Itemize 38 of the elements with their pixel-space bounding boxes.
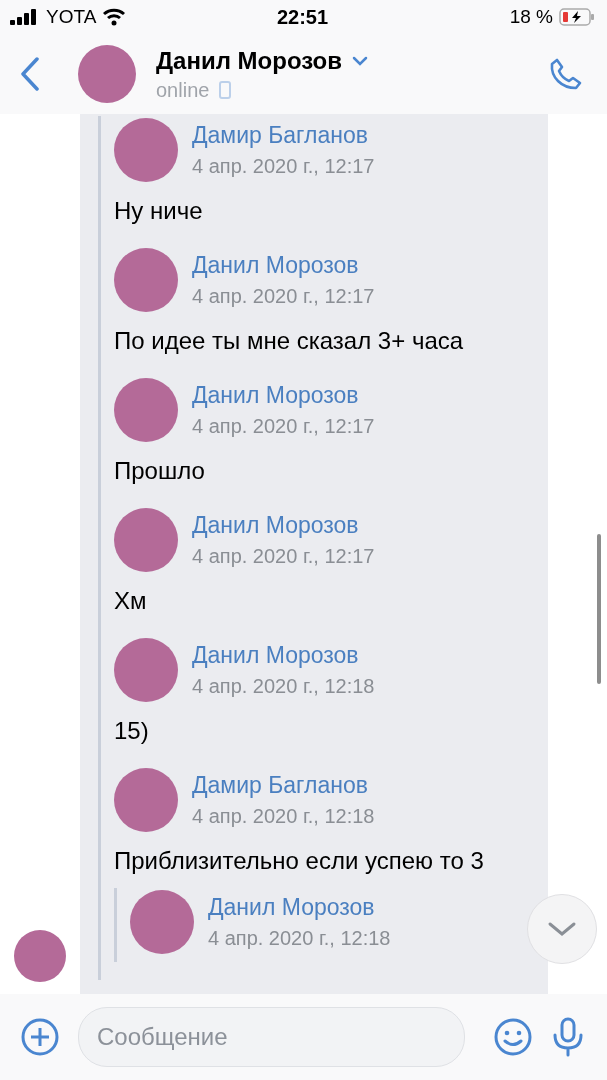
message-text: 15) <box>114 716 150 746</box>
message-input[interactable]: Сообщение <box>78 1007 465 1067</box>
message-text: По идее ты мне сказал 3+ часа <box>114 326 465 356</box>
author-name[interactable]: Дамир Багланов <box>192 772 375 799</box>
message-date: 4 апр. 2020 г., 12:17 <box>192 285 375 308</box>
author-name[interactable]: Данил Морозов <box>192 382 375 409</box>
back-icon[interactable] <box>20 57 40 91</box>
message-date: 4 апр. 2020 г., 12:18 <box>208 927 391 950</box>
message-date: 4 апр. 2020 г., 12:18 <box>192 805 375 828</box>
sender-avatar <box>14 930 66 982</box>
add-icon[interactable] <box>20 1017 60 1057</box>
message-text: Ну ниче <box>114 196 204 226</box>
message-date: 4 апр. 2020 г., 12:17 <box>192 545 375 568</box>
message-date: 4 апр. 2020 г., 12:17 <box>192 415 375 438</box>
emoji-icon[interactable] <box>493 1017 533 1057</box>
chevron-down-icon[interactable] <box>352 55 368 66</box>
clock-time: 22:51 <box>276 5 329 29</box>
message-date: 4 апр. 2020 г., 12:18 <box>192 675 375 698</box>
wifi-icon <box>102 8 127 26</box>
author-name[interactable]: Данил Морозов <box>192 642 375 669</box>
chevron-down-icon <box>547 921 577 937</box>
author-name[interactable]: Данил Морозов <box>192 252 375 279</box>
microphone-icon[interactable] <box>551 1017 585 1057</box>
carrier-name: YOTA <box>46 6 97 28</box>
message-text: Прошло <box>114 456 206 486</box>
message-date: 4 апр. 2020 г., 12:17 <box>192 155 375 178</box>
contact-avatar[interactable] <box>78 45 136 103</box>
author-name[interactable]: Данил Морозов <box>208 894 391 921</box>
contact-name[interactable]: Данил Морозов <box>156 46 342 75</box>
message-text: Приблизительно если успею то 3 <box>114 846 485 876</box>
online-status: online <box>156 78 210 102</box>
author-name[interactable]: Данил Морозов <box>192 512 375 539</box>
call-icon[interactable] <box>549 57 583 91</box>
battery-percent: 18 % <box>509 6 553 28</box>
phone-device-icon <box>219 81 232 99</box>
battery-icon <box>559 8 595 26</box>
message-text: Хм <box>114 586 148 616</box>
author-name[interactable]: Дамир Багланов <box>192 122 375 149</box>
